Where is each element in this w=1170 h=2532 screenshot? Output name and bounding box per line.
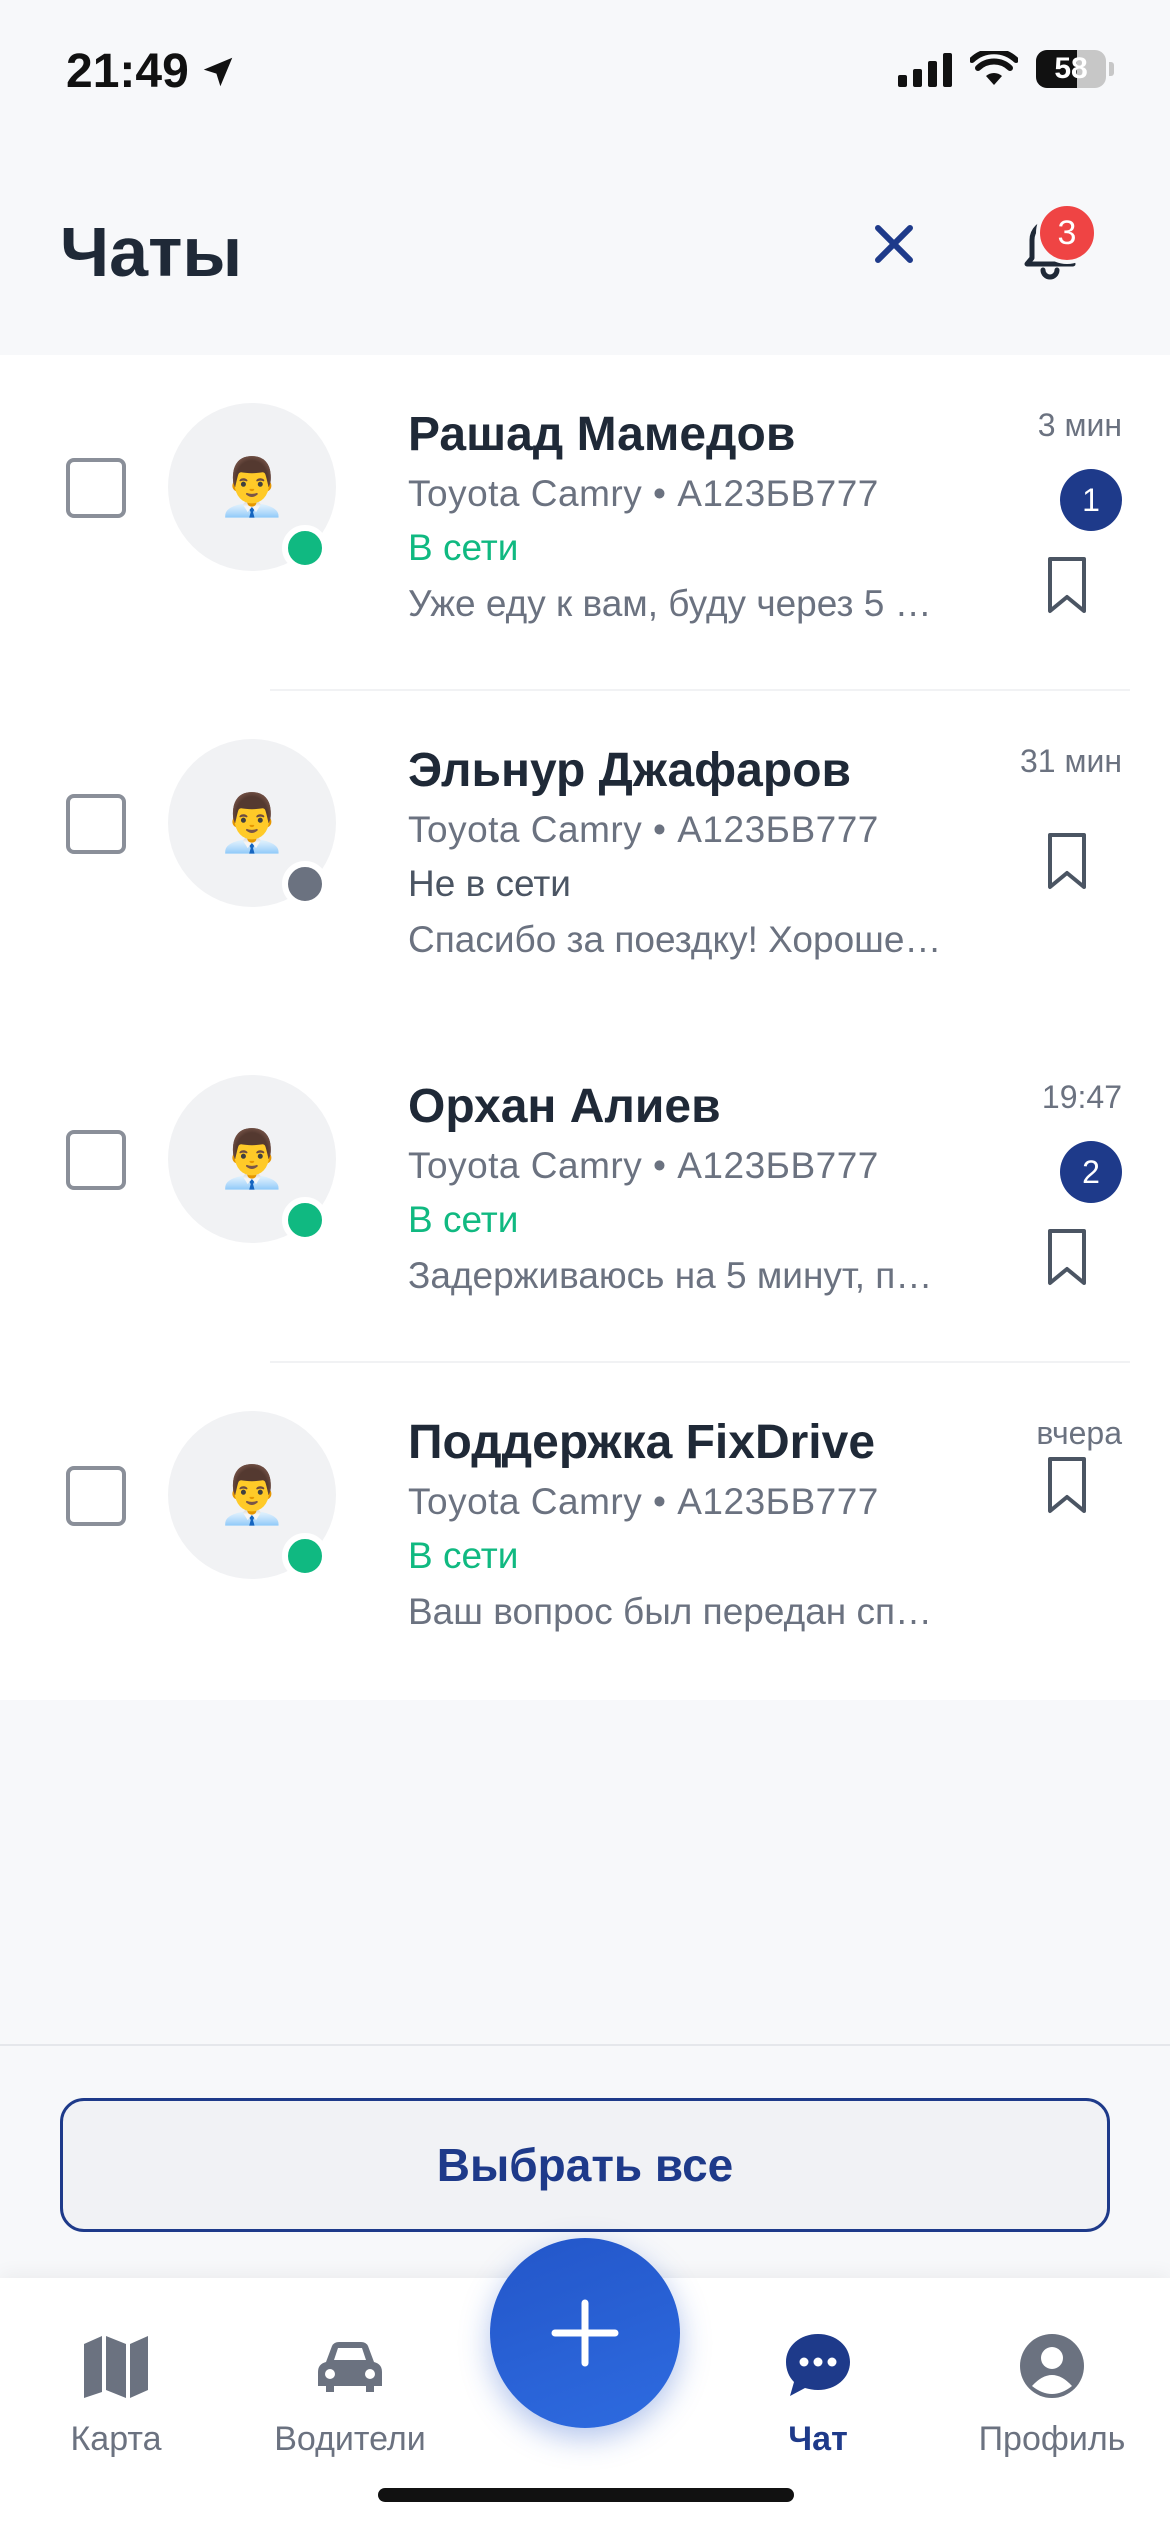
location-arrow-icon	[203, 57, 233, 86]
plus-icon	[551, 2299, 619, 2367]
unread-badge: 1	[1060, 469, 1122, 531]
tab-profile[interactable]: Профиль	[952, 2328, 1152, 2459]
bookmark-icon[interactable]	[1044, 1455, 1090, 1515]
chat-status: В сети	[408, 1199, 519, 1240]
bookmark-icon[interactable]	[1044, 831, 1090, 891]
chat-car: Toyota Camry • А123БВ777	[408, 1145, 879, 1186]
chat-name: Орхан Алиев	[408, 1080, 721, 1133]
chat-car: Toyota Camry • А123БВ777	[408, 1481, 879, 1522]
chat-name: Поддержка FixDrive	[408, 1416, 876, 1469]
wifi-icon	[970, 51, 1018, 85]
bookmark-icon[interactable]	[1044, 555, 1090, 615]
tab-chat[interactable]: Чат	[718, 2328, 918, 2459]
chat-time: 31 мин	[1019, 743, 1122, 779]
chat-checkbox[interactable]	[66, 1466, 126, 1526]
chat-icon	[786, 2334, 850, 2396]
man-avatar-icon: 👨‍💼	[217, 791, 287, 854]
chat-checkbox[interactable]	[66, 1130, 126, 1190]
chat-status: В сети	[408, 527, 519, 568]
chat-time: вчера	[1036, 1415, 1122, 1451]
cellular-signal-icon	[898, 51, 952, 87]
chat-name: Эльнур Джафаров	[408, 744, 852, 797]
chat-last-message: Задерживаюсь на 5 минут, пробки	[408, 1255, 948, 1296]
status-time: 21:49	[66, 44, 237, 99]
profile-icon	[1020, 2334, 1084, 2398]
notifications-badge: 3	[1036, 202, 1098, 264]
chat-row[interactable]: 👨‍💼 Рашад Мамедов Toyota Camry • А123БВ7…	[0, 355, 1170, 691]
chat-time: 19:47	[1041, 1079, 1122, 1115]
chat-last-message: Ваш вопрос был передан специалисту	[408, 1591, 948, 1632]
bookmark-icon[interactable]	[1044, 1227, 1090, 1287]
close-button[interactable]	[862, 212, 926, 276]
chat-row[interactable]: 👨‍💼 Эльнур Джафаров Toyota Camry • А123Б…	[0, 691, 1170, 1027]
online-indicator	[282, 1197, 328, 1243]
tab-map[interactable]: Карта	[16, 2328, 216, 2459]
battery-icon: 58	[1036, 50, 1106, 88]
chat-car: Toyota Camry • А123БВ777	[408, 473, 879, 514]
chat-name: Рашад Мамедов	[408, 408, 796, 461]
man-avatar-icon: 👨‍💼	[217, 455, 287, 518]
header: Чаты 3	[0, 150, 1170, 355]
offline-indicator	[282, 861, 328, 907]
select-all-button[interactable]: Выбрать все	[60, 2098, 1110, 2232]
chat-list: 👨‍💼 Рашад Мамедов Toyota Camry • А123БВ7…	[0, 355, 1170, 1700]
chat-time: 3 мин	[1037, 407, 1122, 443]
chat-status: Не в сети	[408, 863, 571, 904]
close-icon	[875, 225, 913, 263]
online-indicator	[282, 1533, 328, 1579]
chat-car: Toyota Camry • А123БВ777	[408, 809, 879, 850]
car-icon	[318, 2342, 382, 2392]
man-avatar-icon: 👨‍💼	[217, 1463, 287, 1526]
man-avatar-icon: 👨‍💼	[217, 1127, 287, 1190]
chat-checkbox[interactable]	[66, 794, 126, 854]
chat-last-message: Спасибо за поездку! Хорошего дня	[408, 919, 948, 960]
chat-last-message: Уже еду к вам, буду через 5 минут	[408, 583, 948, 624]
chat-row[interactable]: 👨‍💼 Орхан Алиев Toyota Camry • А123БВ777…	[0, 1027, 1170, 1363]
tab-drivers[interactable]: Водители	[250, 2328, 450, 2459]
new-chat-button[interactable]	[490, 2238, 680, 2428]
page-title: Чаты	[60, 213, 243, 291]
chat-row[interactable]: 👨‍💼 Поддержка FixDrive Toyota Camry • А1…	[0, 1363, 1170, 1699]
online-indicator	[282, 525, 328, 571]
unread-badge: 2	[1060, 1141, 1122, 1203]
chat-checkbox[interactable]	[66, 458, 126, 518]
map-icon	[84, 2336, 148, 2398]
home-indicator	[378, 2488, 794, 2502]
chat-status: В сети	[408, 1535, 519, 1576]
status-bar: 21:49 58	[0, 0, 1170, 150]
